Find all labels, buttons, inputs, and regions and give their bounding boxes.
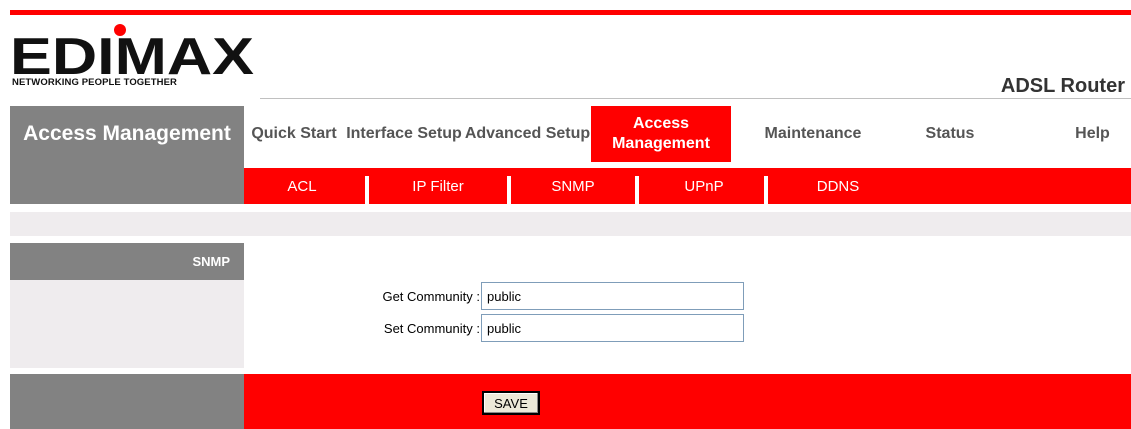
header-divider xyxy=(260,98,1131,99)
subnav-ip-filter[interactable]: IP Filter xyxy=(369,168,507,204)
footer-bar xyxy=(244,374,1131,429)
save-button[interactable]: SAVE xyxy=(482,391,540,415)
nav-quick-start[interactable]: Quick Start xyxy=(244,106,344,162)
top-accent-bar xyxy=(10,10,1131,15)
set-community-row: Set Community : xyxy=(244,314,744,344)
set-community-label: Set Community : xyxy=(383,321,480,336)
get-community-input[interactable] xyxy=(481,282,744,310)
nav-maintenance[interactable]: Maintenance xyxy=(748,106,878,162)
nav-access-management[interactable]: Access Management xyxy=(591,106,731,162)
nav-status[interactable]: Status xyxy=(910,106,990,162)
main-nav: Quick Start Interface Setup Advanced Set… xyxy=(244,106,1131,162)
sidebar-title: Access Management xyxy=(10,106,244,204)
get-community-row: Get Community : xyxy=(244,282,744,312)
product-name: ADSL Router xyxy=(1000,75,1125,97)
nav-advanced-setup[interactable]: Advanced Setup xyxy=(464,106,591,162)
get-community-label: Get Community : xyxy=(382,289,480,304)
nav-help[interactable]: Help xyxy=(1054,106,1131,162)
subnav-upnp[interactable]: UPnP xyxy=(639,168,769,204)
subnav-acl[interactable]: ACL xyxy=(244,168,360,204)
spacer-band xyxy=(10,212,1131,236)
nav-interface-setup[interactable]: Interface Setup xyxy=(344,106,464,162)
brand-tagline: NETWORKING PEOPLE TOGETHER xyxy=(12,77,177,88)
footer-left xyxy=(10,374,244,429)
subnav-snmp[interactable]: SNMP xyxy=(511,168,635,204)
svg-text:EDIMAX: EDIMAX xyxy=(10,28,254,78)
section-title: SNMP xyxy=(10,243,244,280)
subnav-ddns[interactable]: DDNS xyxy=(768,168,908,204)
sub-nav: ACL IP Filter SNMP UPnP DDNS xyxy=(244,168,1131,204)
left-panel xyxy=(10,280,244,368)
set-community-input[interactable] xyxy=(481,314,744,342)
